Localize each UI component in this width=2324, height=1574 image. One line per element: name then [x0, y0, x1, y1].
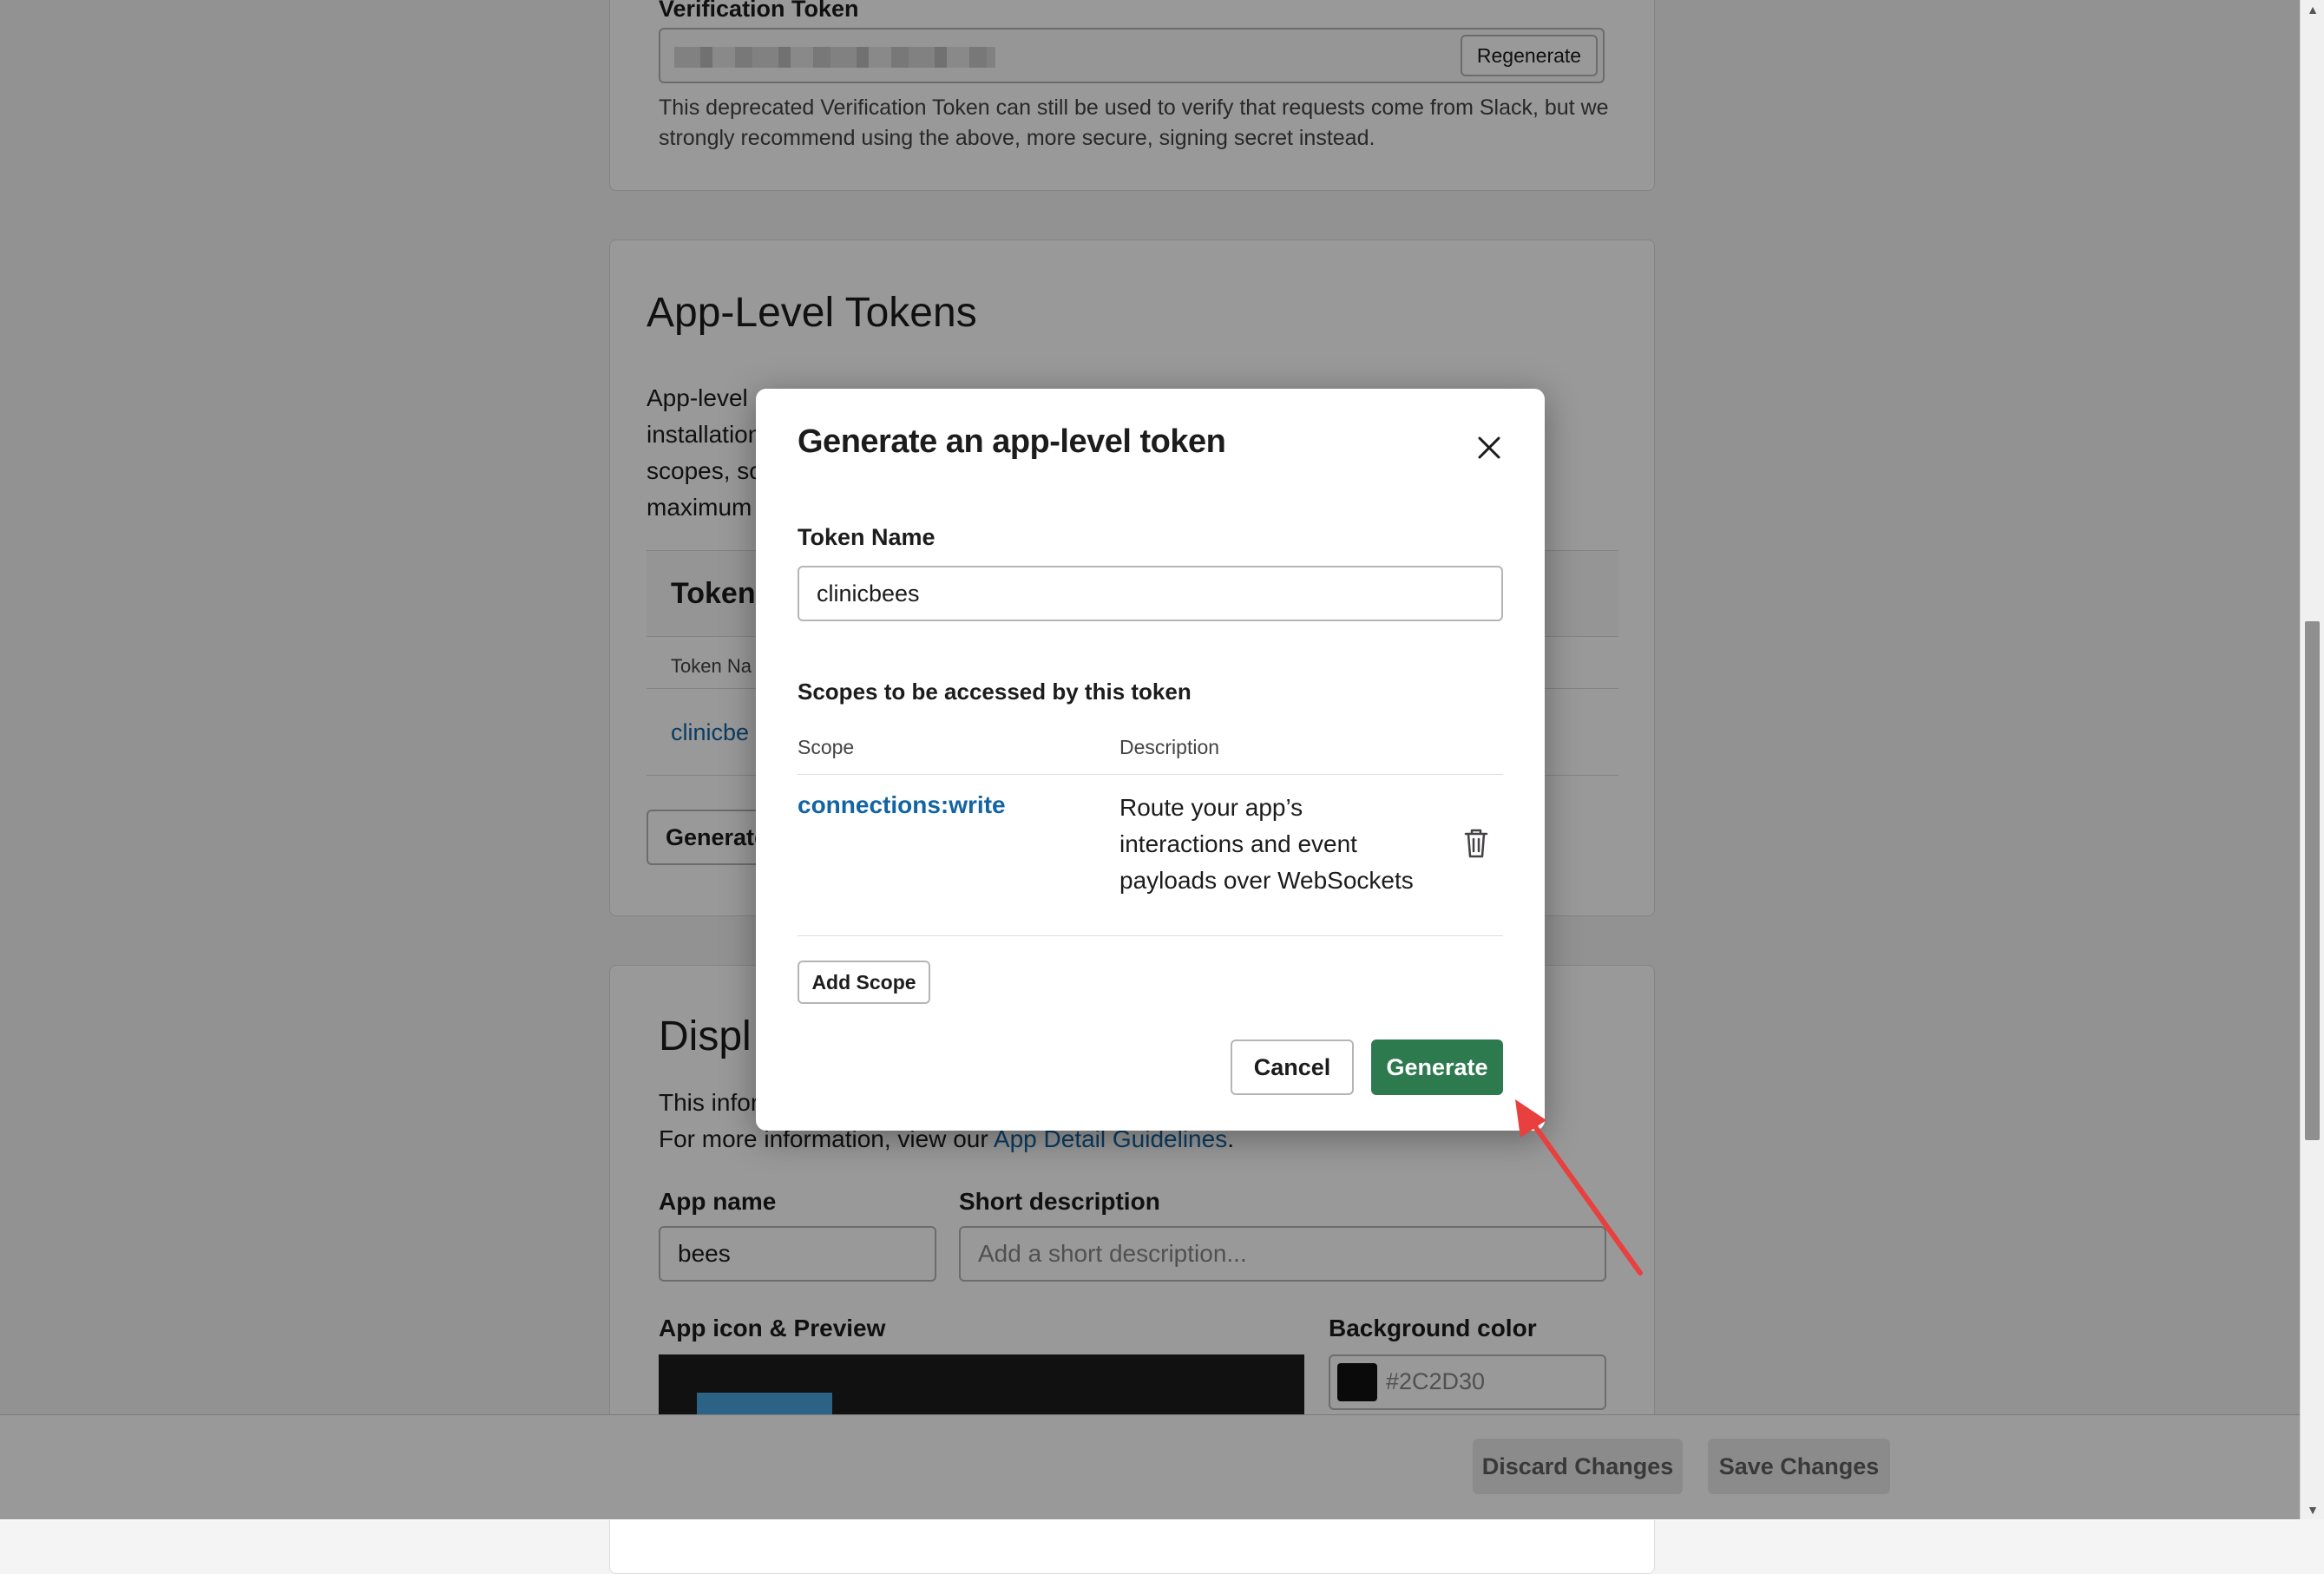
trash-icon [1464, 829, 1488, 858]
dialog-title: Generate an app-level token [798, 423, 1226, 460]
page-scrollbar[interactable]: ▲ ▼ [2300, 0, 2324, 1519]
annotation-arrow-icon [1515, 1099, 1643, 1276]
scope-description: Route your app’s interactions and event … [1119, 794, 1414, 894]
scroll-down-icon[interactable]: ▼ [2301, 1500, 2324, 1519]
scope-column-header: Scope [798, 736, 855, 758]
cancel-button[interactable]: Cancel [1231, 1039, 1354, 1095]
scopes-label: Scopes to be accessed by this token [798, 679, 1192, 705]
scopes-header-divider [798, 774, 1503, 775]
close-icon [1478, 436, 1500, 459]
scroll-up-icon[interactable]: ▲ [2301, 0, 2324, 19]
token-name-label: Token Name [798, 524, 936, 550]
description-column-header: Description [1119, 736, 1220, 758]
remove-scope-button[interactable] [1461, 826, 1492, 861]
scroll-thumb[interactable] [2305, 621, 2320, 1140]
token-name-input[interactable] [798, 566, 1503, 621]
generate-button[interactable]: Generate [1371, 1039, 1503, 1095]
scope-name-link[interactable]: connections:write [798, 791, 1006, 819]
close-dialog-button[interactable] [1468, 427, 1510, 469]
generate-token-dialog: Generate an app-level token Token Name S… [756, 389, 1545, 1131]
scopes-footer-divider [798, 935, 1503, 936]
add-scope-button[interactable]: Add Scope [798, 961, 930, 1004]
